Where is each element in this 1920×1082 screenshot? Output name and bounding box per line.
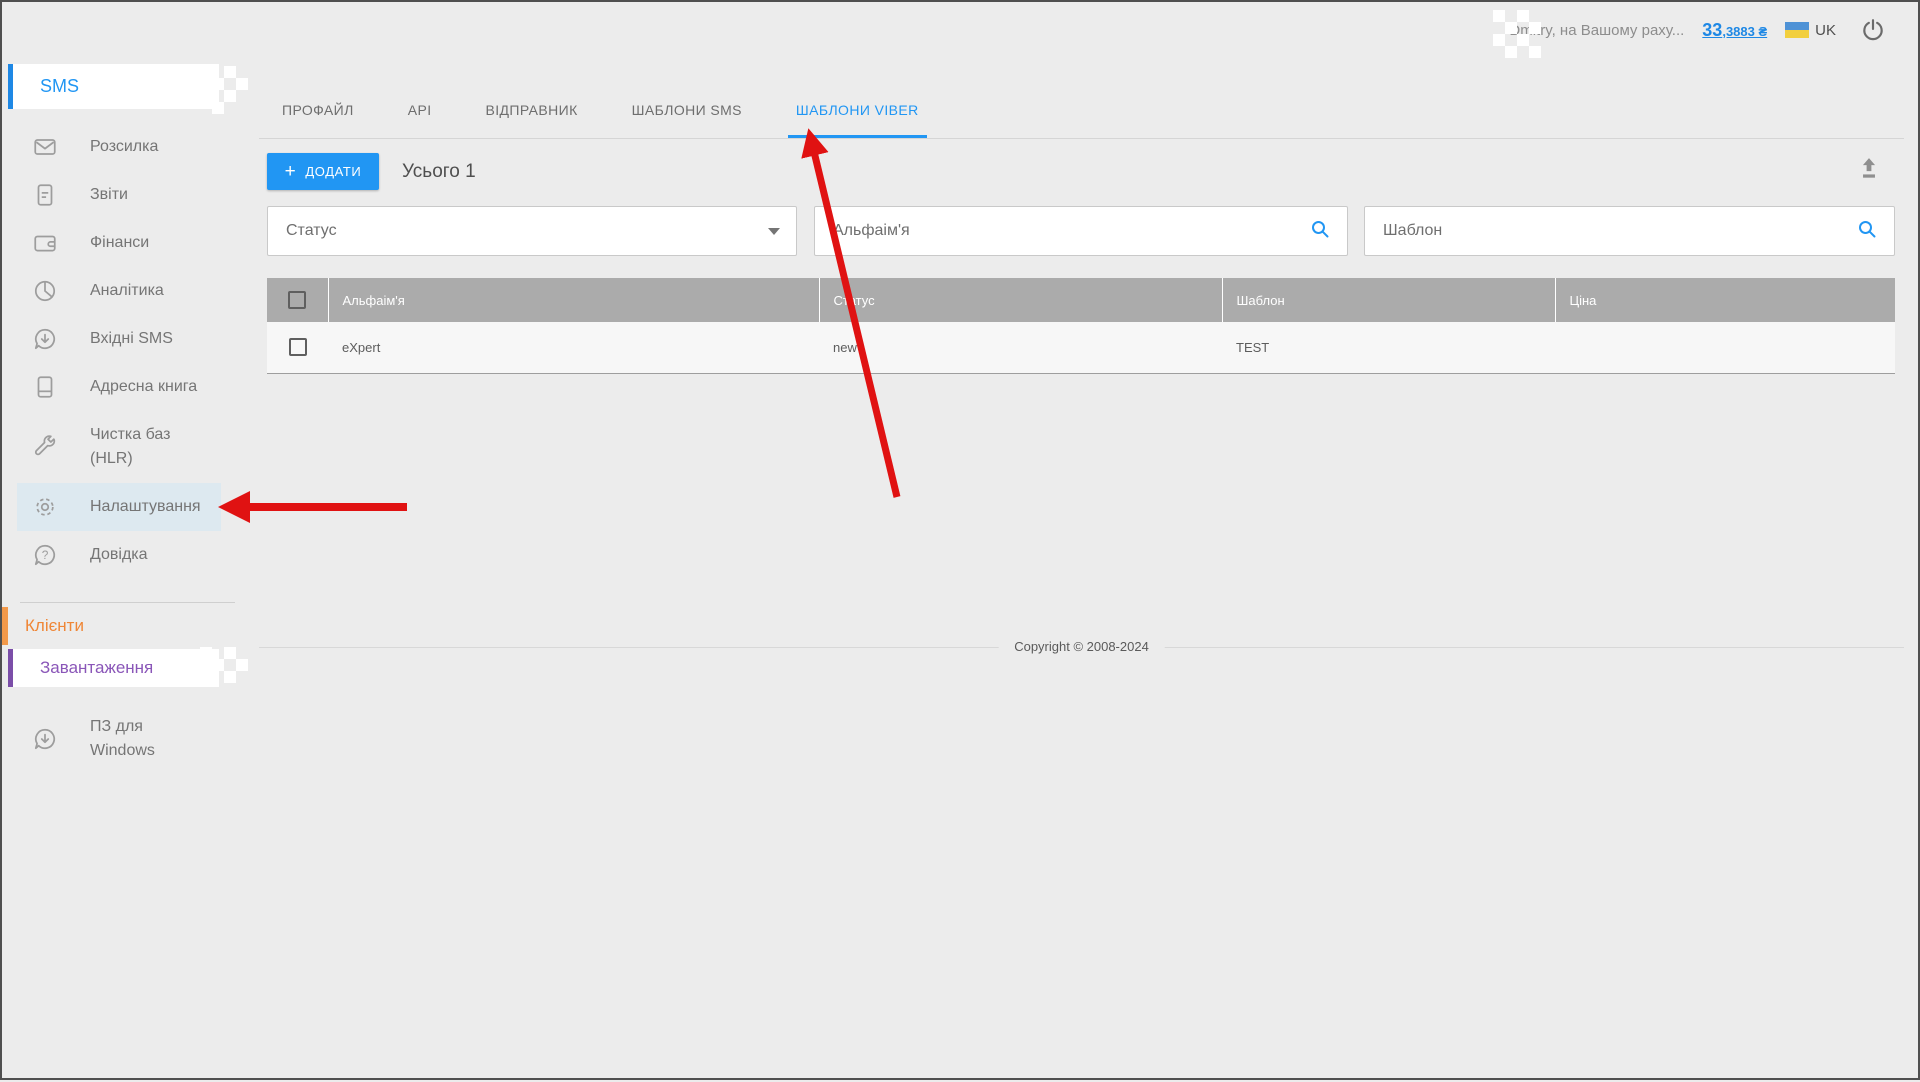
tab-sms-templates[interactable]: ШАБЛОНИ SMS xyxy=(624,102,750,138)
sidebar-item-label: Довідка xyxy=(90,543,148,567)
sidebar-item-windows-software[interactable]: ПЗ для Windows xyxy=(17,703,221,775)
plus-icon: + xyxy=(285,162,297,181)
select-all-checkbox[interactable] xyxy=(288,291,306,309)
column-header-status[interactable]: Статус xyxy=(819,278,1222,322)
add-button[interactable]: + ДОДАТИ xyxy=(267,153,379,190)
sidebar-item-analityka[interactable]: Аналітика xyxy=(17,267,221,315)
alphaname-filter xyxy=(814,206,1348,256)
sidebar-item-label: Фінанси xyxy=(90,231,149,255)
gear-icon xyxy=(32,494,58,520)
sidebar-item-label: Чистка баз (HLR) xyxy=(90,423,208,471)
sidebar-item-label: ПЗ для Windows xyxy=(90,715,170,763)
envelope-icon xyxy=(32,134,58,160)
user-balance-label: Dmitry, на Вашому раху... xyxy=(1509,22,1684,39)
pie-chart-icon xyxy=(32,278,58,304)
viber-templates-table: Альфаім'я Статус Шаблон Ціна eXpert new … xyxy=(267,278,1895,374)
logout-power-icon[interactable] xyxy=(1860,17,1886,43)
language-label[interactable]: UK xyxy=(1815,22,1836,39)
copyright-text: Copyright © 2008-2024 xyxy=(998,639,1165,654)
tab-profile[interactable]: ПРОФАЙЛ xyxy=(274,102,362,138)
sidebar-item-label: Аналітика xyxy=(90,279,164,303)
alphaname-filter-input[interactable] xyxy=(833,222,1309,240)
sidebar-item-zvity[interactable]: Звіти xyxy=(17,171,221,219)
balance-link[interactable]: 33,3883 ₴ xyxy=(1702,20,1767,41)
add-button-label: ДОДАТИ xyxy=(305,164,361,179)
pixel-decoration xyxy=(1493,10,1505,22)
cell-template: TEST xyxy=(1222,322,1555,373)
balance-fraction: ,3883 ₴ xyxy=(1722,24,1767,39)
balance-whole: 33 xyxy=(1702,20,1722,40)
tab-viber-templates[interactable]: ШАБЛОНИ VIBER xyxy=(788,102,927,138)
export-icon[interactable] xyxy=(1856,154,1882,184)
sidebar-item-label: Адресна книга xyxy=(90,375,197,399)
sidebar-item-label: Звіти xyxy=(90,183,128,207)
section-sms-label: SMS xyxy=(40,76,79,97)
section-clients-label: Клієнти xyxy=(25,616,84,636)
tabs-underline xyxy=(259,138,1904,139)
wrench-icon xyxy=(32,434,58,460)
cell-alphaname: eXpert xyxy=(328,322,819,373)
settings-tabs: ПРОФАЙЛ API ВІДПРАВНИК ШАБЛОНИ SMS ШАБЛО… xyxy=(274,102,927,138)
sidebar: SMS Розсилка Звіти Фінанси Аналітик xyxy=(2,2,237,1078)
incoming-sms-icon xyxy=(32,326,58,352)
download-icon xyxy=(32,726,58,752)
sidebar-item-label: Розсилка xyxy=(90,135,158,159)
template-filter-input[interactable] xyxy=(1383,222,1856,240)
tab-api[interactable]: API xyxy=(400,102,440,138)
sidebar-item-label: Налаштування xyxy=(90,495,201,519)
template-filter xyxy=(1364,206,1895,256)
pixel-decoration xyxy=(200,66,212,78)
status-filter-value: Статус xyxy=(286,222,337,240)
status-filter-select[interactable]: Статус xyxy=(267,206,797,256)
tab-sender[interactable]: ВІДПРАВНИК xyxy=(477,102,585,138)
column-header-template[interactable]: Шаблон xyxy=(1222,278,1555,322)
cell-price xyxy=(1555,322,1895,373)
sidebar-section-clients[interactable]: Клієнти xyxy=(2,607,192,645)
top-header: Dmitry, на Вашому раху... 33,3883 ₴ UK xyxy=(237,2,1918,58)
search-icon[interactable] xyxy=(1309,218,1331,245)
cell-status: new xyxy=(819,322,1222,373)
sidebar-item-rozsylka[interactable]: Розсилка xyxy=(17,123,221,171)
wallet-icon xyxy=(32,230,58,256)
chevron-down-icon xyxy=(768,228,780,235)
sidebar-item-nalashtuvannia[interactable]: Налаштування xyxy=(17,483,221,531)
app-window: Dmitry, на Вашому раху... 33,3883 ₴ UK S… xyxy=(0,0,1920,1080)
search-icon[interactable] xyxy=(1856,218,1878,245)
table-row[interactable]: eXpert new TEST xyxy=(267,322,1895,373)
address-book-icon xyxy=(32,374,58,400)
sidebar-section-sms[interactable]: SMS xyxy=(8,64,219,109)
column-header-alphaname[interactable]: Альфаім'я xyxy=(328,278,819,322)
sidebar-section-downloads[interactable]: Завантаження xyxy=(8,649,219,687)
ukraine-flag-icon xyxy=(1785,22,1809,38)
sidebar-item-dovidka[interactable]: ? Довідка xyxy=(17,531,221,579)
sidebar-divider xyxy=(20,602,235,603)
column-header-price[interactable]: Ціна xyxy=(1555,278,1895,322)
help-icon: ? xyxy=(32,542,58,568)
pixel-decoration xyxy=(200,647,212,659)
footer-divider: Copyright © 2008-2024 xyxy=(259,647,1904,648)
sidebar-item-adresna-knyha[interactable]: Адресна книга xyxy=(17,363,221,411)
row-checkbox[interactable] xyxy=(289,338,307,356)
table-header-row: Альфаім'я Статус Шаблон Ціна xyxy=(267,278,1895,322)
sidebar-item-label: Вхідні SMS xyxy=(90,327,173,351)
total-count-label: Усього 1 xyxy=(402,153,476,190)
sidebar-item-finansy[interactable]: Фінанси xyxy=(17,219,221,267)
report-icon xyxy=(32,182,58,208)
sidebar-item-vhidni-sms[interactable]: Вхідні SMS xyxy=(17,315,221,363)
svg-text:?: ? xyxy=(42,548,49,562)
section-downloads-label: Завантаження xyxy=(40,658,153,678)
sidebar-item-chystka-baz[interactable]: Чистка баз (HLR) xyxy=(17,411,221,483)
